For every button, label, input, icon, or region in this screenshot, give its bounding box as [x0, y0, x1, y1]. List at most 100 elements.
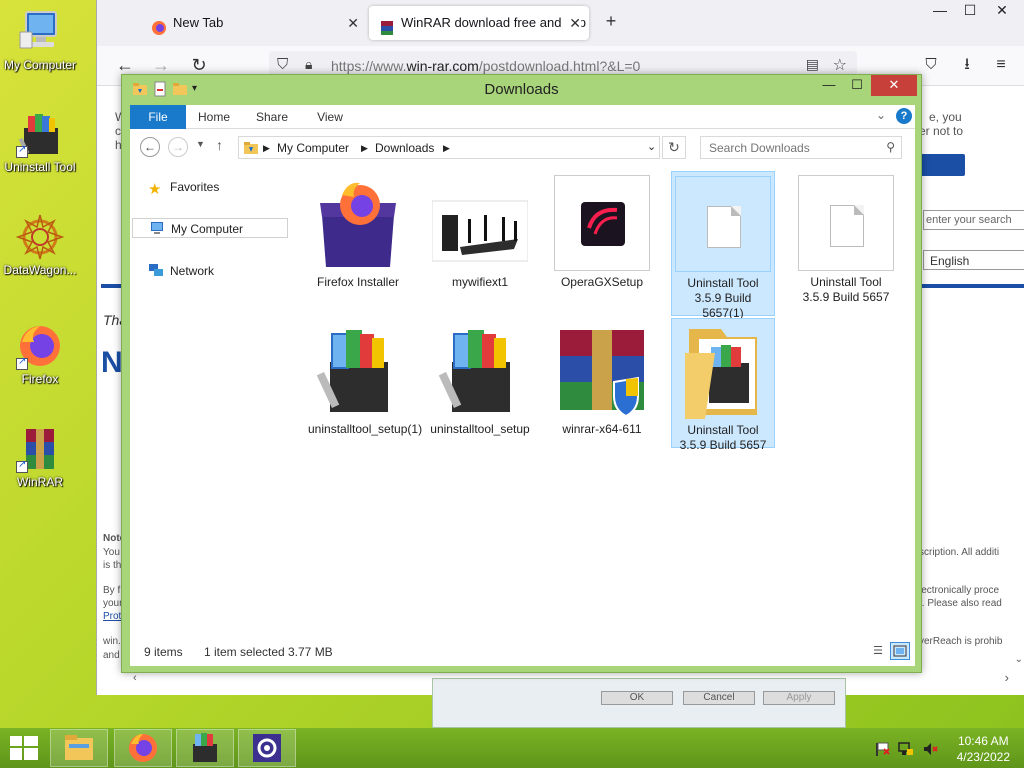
large-icons-view-button[interactable]: [890, 642, 910, 660]
background-dialog: OK Cancel Apply: [432, 678, 846, 728]
file-item[interactable]: uninstalltool_setup: [428, 318, 532, 448]
recent-locations-icon[interactable]: ▼: [196, 139, 205, 149]
scroll-down-icon[interactable]: ⌄: [1015, 654, 1023, 665]
new-tab-button[interactable]: +: [599, 10, 623, 34]
desktop-icon-my-computer[interactable]: My Computer: [0, 8, 80, 72]
cancel-button[interactable]: Cancel: [683, 691, 755, 705]
file-item[interactable]: Uninstall Tool 3.5.9 Build 5657: [671, 318, 775, 452]
chevron-down-icon[interactable]: ⌄: [876, 108, 886, 122]
shield-icon[interactable]: ⛉: [277, 56, 288, 73]
desktop-icon-uninstall-tool[interactable]: Uninstall Tool: [0, 110, 80, 174]
chevron-down-icon[interactable]: ⌄: [647, 140, 656, 153]
maximize-button[interactable]: ☐: [843, 75, 871, 96]
flag-icon[interactable]: [874, 741, 890, 757]
close-tab-icon[interactable]: ✕: [347, 6, 359, 40]
file-name: uninstalltool_setup(1): [308, 422, 423, 436]
help-icon[interactable]: ?: [896, 108, 912, 124]
address-row: ← → ▼ ↑ ▶ My Computer ▶ Downloads ▶ ⌄ ↻ …: [130, 129, 915, 165]
file-item[interactable]: mywifiext1: [428, 171, 532, 291]
note-fragment: lectronically proce: [919, 585, 1000, 596]
tab-share[interactable]: Share: [252, 105, 292, 129]
volume-muted-icon[interactable]: [922, 741, 938, 757]
computer-icon: [149, 220, 165, 236]
scroll-left-icon[interactable]: ‹: [133, 672, 137, 684]
shortcut-arrow-icon: [16, 356, 28, 370]
lock-icon[interactable]: 🔒︎: [305, 56, 312, 73]
file-item[interactable]: winrar-x64-611: [550, 318, 654, 438]
tab-home[interactable]: Home: [194, 105, 234, 129]
close-window-button[interactable]: ✕: [987, 2, 1017, 19]
search-box[interactable]: ⚲: [700, 136, 902, 159]
system-clock[interactable]: 10:46 AM 4/23/2022: [957, 733, 1010, 765]
forward-button[interactable]: →: [168, 137, 188, 157]
minimize-button[interactable]: —: [815, 75, 843, 96]
language-select[interactable]: English: [923, 250, 1024, 270]
taskbar-settings[interactable]: [238, 729, 296, 767]
search-input[interactable]: [701, 137, 871, 158]
minimize-button[interactable]: —: [925, 2, 955, 18]
breadcrumb-separator-icon[interactable]: ▶: [263, 143, 270, 154]
maximize-button[interactable]: ☐: [955, 2, 985, 19]
taskbar-uninstall-tool[interactable]: [176, 729, 234, 767]
menu-icon[interactable]: ≡: [989, 54, 1013, 78]
details-view-button[interactable]: ☰: [868, 642, 888, 660]
item-count: 9 items: [144, 645, 183, 659]
shortcut-arrow-icon: [16, 459, 28, 473]
file-name: OperaGXSetup: [560, 275, 644, 289]
tab-strip: New Tab ✕ WinRAR download free and sup ✕…: [97, 0, 1024, 46]
file-item[interactable]: uninstalltool_setup(1): [306, 318, 423, 448]
download-icon[interactable]: ⭳: [955, 54, 979, 78]
page-search-input[interactable]: enter your search: [923, 210, 1024, 230]
folder-icon: [675, 323, 771, 419]
desktop-icon-datawagon[interactable]: DataWagon...: [0, 213, 80, 277]
tab-winrar[interactable]: WinRAR download free and sup ✕: [369, 6, 589, 40]
bookmark-star-icon[interactable]: ☆: [833, 55, 847, 75]
ok-button[interactable]: OK: [601, 691, 673, 705]
apply-button[interactable]: Apply: [763, 691, 835, 705]
tab-new-tab[interactable]: New Tab ✕: [141, 6, 367, 40]
download-button-bar[interactable]: [917, 154, 965, 176]
file-item[interactable]: Uninstall Tool 3.5.9 Build 5657(1): [671, 171, 775, 320]
breadcrumb-my-computer[interactable]: My Computer: [277, 141, 349, 155]
firefox-installer-icon: [310, 175, 406, 271]
nav-favorites[interactable]: ★ Favorites: [148, 177, 219, 198]
page-heading-fragment: N: [101, 346, 123, 379]
network-icon[interactable]: [898, 741, 914, 757]
start-button[interactable]: [10, 736, 38, 760]
page-text-fragment: e, you: [929, 110, 962, 124]
tab-file[interactable]: File: [130, 105, 186, 129]
close-button[interactable]: ✕: [871, 75, 917, 96]
back-button[interactable]: ←: [140, 137, 160, 157]
up-button[interactable]: ↑: [216, 137, 223, 153]
file-name: Uninstall Tool 3.5.9 Build 5657: [802, 275, 890, 304]
desktop-icon-label: WinRAR: [16, 475, 63, 489]
file-item[interactable]: Firefox Installer: [306, 171, 410, 291]
selection-status: 1 item selected: [204, 645, 285, 659]
datawagon-icon: [15, 213, 65, 261]
page-text-fragment: er not to: [919, 124, 964, 138]
pocket-icon[interactable]: ⛉: [919, 54, 943, 78]
file-item[interactable]: OperaGXSetup: [550, 171, 654, 291]
nav-network[interactable]: Network: [148, 261, 214, 281]
nav-my-computer[interactable]: My Computer: [132, 218, 288, 238]
desktop-icon-winrar[interactable]: WinRAR: [0, 425, 80, 489]
desktop-icon-firefox[interactable]: Firefox: [0, 322, 80, 386]
breadcrumb-downloads[interactable]: Downloads: [375, 141, 434, 155]
file-item[interactable]: Uninstall Tool 3.5.9 Build 5657: [794, 171, 898, 306]
reader-view-icon[interactable]: ▤: [806, 56, 819, 73]
scroll-right-icon[interactable]: ›: [1005, 670, 1009, 685]
uninstall-tool-setup-icon: [432, 322, 528, 418]
file-name: Firefox Installer: [316, 275, 400, 289]
address-breadcrumb[interactable]: ▶ My Computer ▶ Downloads ▶ ⌄: [238, 136, 660, 159]
breadcrumb-separator-icon[interactable]: ▶: [443, 143, 450, 154]
taskbar-file-explorer[interactable]: [50, 729, 108, 767]
note-fragment: verReach is prohib: [919, 636, 1003, 647]
clock-date: 4/23/2022: [956, 750, 1010, 764]
close-tab-icon[interactable]: ✕: [565, 6, 581, 40]
tab-view[interactable]: View: [310, 105, 350, 129]
note-fragment: win.: [103, 636, 121, 647]
taskbar-firefox[interactable]: [114, 729, 172, 767]
note-fragment: You: [103, 547, 120, 558]
refresh-button[interactable]: ↻: [662, 136, 686, 159]
breadcrumb-separator-icon[interactable]: ▶: [361, 143, 368, 154]
